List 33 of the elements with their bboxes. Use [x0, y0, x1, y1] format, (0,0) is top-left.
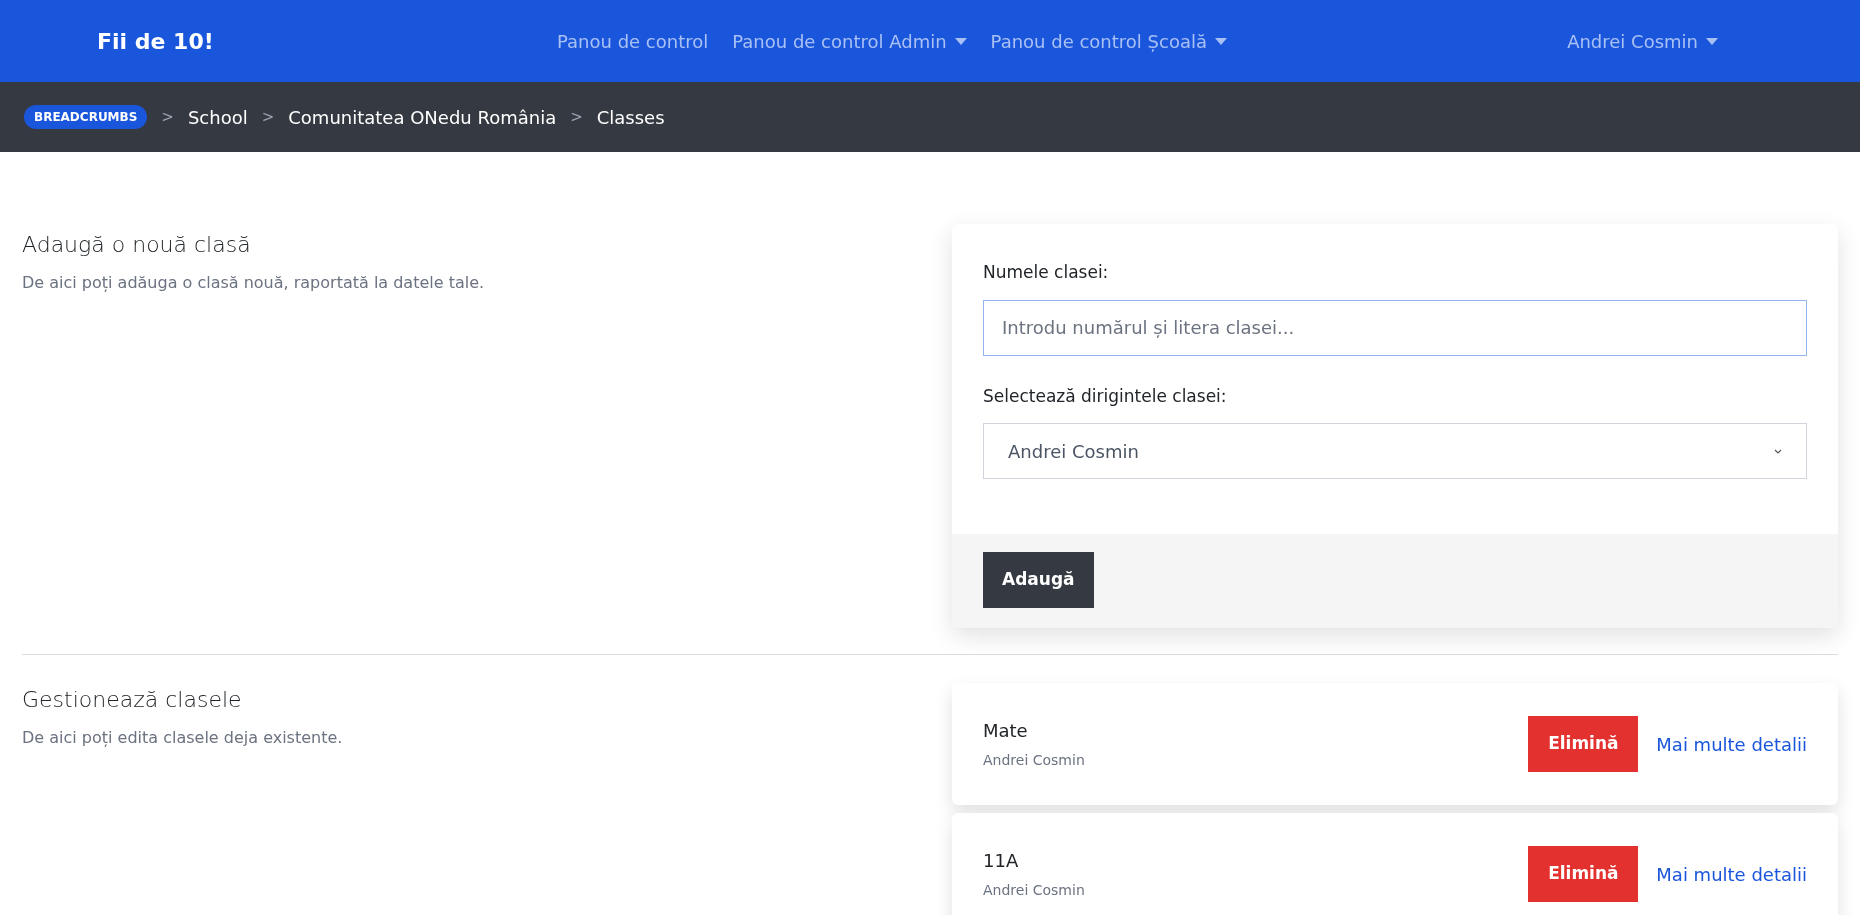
nav-link[interactable]: Panou de control Școală: [990, 27, 1227, 55]
details-link[interactable]: Mai multe detalii: [1656, 860, 1807, 888]
section-title: Gestionează clasele: [22, 686, 243, 714]
nav-link[interactable]: Panou de control Admin: [732, 27, 967, 55]
add-button[interactable]: Adaugă: [983, 552, 1094, 608]
class-name-input[interactable]: Introdu numărul și litera clasei...: [983, 299, 1807, 356]
breadcrumb-separator: >: [261, 106, 275, 128]
chevron-down-icon: [1774, 448, 1782, 454]
brand-link[interactable]: Fii de 10!: [97, 24, 557, 58]
section-description: De aici poți adăuga o clasă nouă, raportată la datele tale.: [22, 272, 486, 294]
breadcrumb-separator: >: [570, 106, 583, 128]
teacher-select[interactable]: Andrei Cosmin: [983, 423, 1807, 479]
field-label: Selectează dirigintele clasei:: [983, 384, 1228, 408]
class-teacher: Andrei Cosmin: [983, 881, 1085, 900]
class-name: Mate: [983, 719, 1029, 743]
breadcrumbs-badge: BREADCRUMBS: [24, 105, 148, 129]
breadcrumb-link[interactable]: Comunitatea ONedu România: [288, 103, 557, 131]
section-description: De aici poți edita clasele deja existente.: [22, 727, 344, 749]
caret-icon: [1214, 37, 1227, 45]
caret-icon: [954, 37, 967, 45]
class-teacher: Andrei Cosmin: [983, 751, 1085, 770]
breadcrumb-separator: >: [161, 106, 174, 128]
breadcrumb-link[interactable]: Classes: [596, 103, 665, 131]
details-link[interactable]: Mai multe detalii: [1656, 730, 1807, 758]
user-menu[interactable]: Andrei Cosmin: [1567, 27, 1718, 55]
section-title: Adaugă o nouă clasă: [22, 231, 252, 259]
breadcrumb-link[interactable]: School: [187, 103, 248, 131]
nav-link[interactable]: Panou de control: [557, 27, 709, 55]
class-name: 11A: [983, 849, 1020, 873]
delete-button[interactable]: Elimină: [1528, 846, 1639, 902]
delete-button[interactable]: Elimină: [1528, 716, 1639, 772]
caret-icon: [1706, 37, 1718, 45]
field-label: Numele clasei:: [983, 261, 1110, 284]
